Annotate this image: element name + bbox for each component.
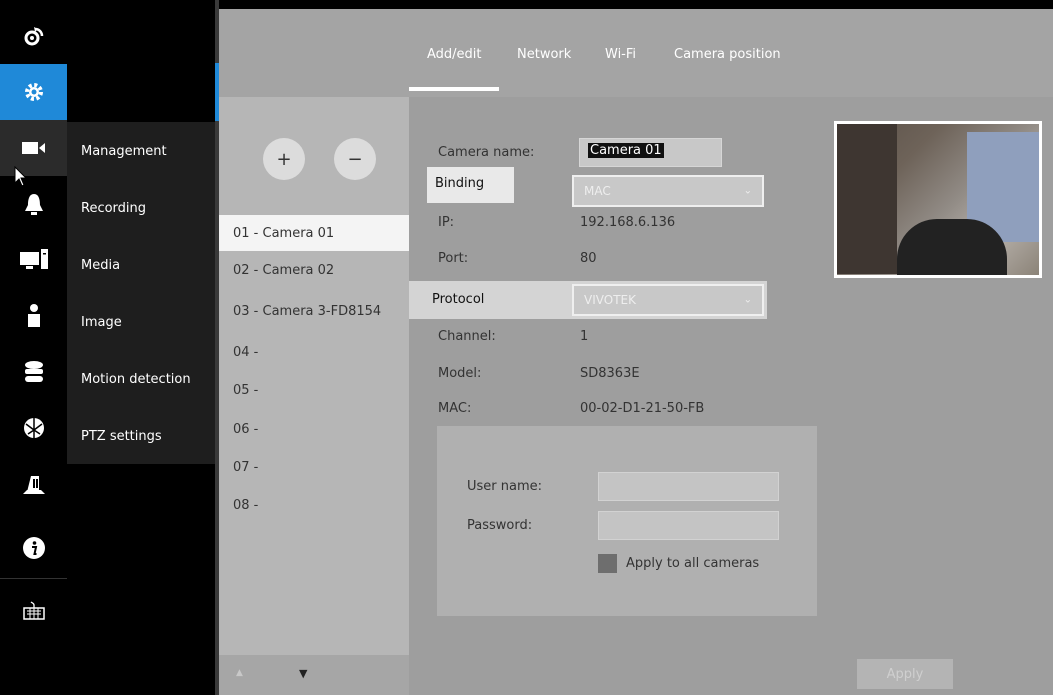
camera-name-label: Camera name: (438, 145, 535, 160)
settings-submenu: Management Recording Media Image Motion … (67, 0, 217, 695)
scroll-up-icon[interactable]: ▲ (236, 668, 243, 678)
ip-value: 192.168.6.136 (580, 215, 676, 230)
chevron-down-icon: ⌄ (743, 185, 752, 197)
password-field[interactable] (598, 511, 779, 540)
tab-network[interactable]: Network (517, 47, 571, 62)
submenu-item-image[interactable]: Image (67, 294, 217, 351)
apply-all-label: Apply to all cameras (626, 556, 760, 571)
submenu-item-management[interactable]: Management (67, 123, 217, 180)
scroll-down-icon[interactable]: ▼ (299, 667, 307, 680)
model-value: SD8363E (580, 366, 640, 381)
rail-divider (0, 578, 67, 579)
mouse-cursor-icon (14, 165, 28, 192)
tab-camera-position[interactable]: Camera position (674, 47, 781, 62)
submenu-panel: Management Recording Media Image Motion … (67, 122, 217, 464)
camera-preview-image (837, 124, 1039, 275)
camera-icon[interactable] (0, 120, 67, 176)
camera-list-item[interactable]: 08 - (219, 487, 409, 523)
tab-add-edit[interactable]: Add/edit (427, 47, 482, 62)
info-icon[interactable] (0, 520, 67, 576)
tab-wifi[interactable]: Wi-Fi (605, 47, 636, 62)
chevron-down-icon: ⌄ (743, 294, 752, 306)
camera-list-item[interactable]: 05 - (219, 372, 409, 408)
submenu-item-motion-detection[interactable]: Motion detection (67, 351, 217, 408)
binding-label: Binding (435, 176, 485, 191)
main-content: Add/edit Network Wi-Fi Camera position +… (219, 9, 1053, 695)
active-tab-indicator (409, 87, 499, 91)
camera-list-item[interactable]: 07 - (219, 449, 409, 485)
camera-list-item[interactable]: 06 - (219, 411, 409, 447)
camera-name-input[interactable]: Camera 01 (579, 138, 722, 167)
credentials-panel: User name: Password: Apply to all camera… (437, 426, 817, 616)
protocol-label: Protocol (432, 292, 485, 307)
submenu-item-media[interactable]: Media (67, 237, 217, 294)
camera-list-item[interactable]: 04 - (219, 334, 409, 370)
keyboard-icon[interactable] (0, 582, 67, 638)
port-label: Port: (438, 251, 469, 266)
channel-value: 1 (580, 329, 589, 344)
username-label: User name: (467, 479, 543, 494)
mac-label: MAC: (438, 401, 472, 416)
password-label: Password: (467, 518, 533, 533)
binding-dropdown[interactable]: MAC ⌄ (572, 175, 764, 207)
submenu-item-ptz-settings[interactable]: PTZ settings (67, 408, 217, 465)
tab-bar: Add/edit Network Wi-Fi Camera position (219, 9, 1053, 97)
model-label: Model: (438, 366, 482, 381)
gear-icon[interactable] (0, 64, 67, 120)
user-icon[interactable] (0, 288, 67, 344)
monitor-icon[interactable] (0, 232, 67, 288)
storage-icon[interactable] (0, 344, 67, 400)
list-scroll-footer: ▲ ▼ (219, 655, 409, 695)
username-field[interactable] (598, 472, 779, 501)
submenu-item-recording[interactable]: Recording (67, 180, 217, 237)
apply-button[interactable]: Apply (857, 659, 953, 689)
apply-all-checkbox[interactable] (598, 554, 617, 573)
port-value: 80 (580, 251, 597, 266)
network-globe-icon[interactable] (0, 400, 67, 456)
building-icon[interactable] (0, 456, 67, 512)
remove-camera-button[interactable]: − (334, 138, 376, 180)
icon-rail (0, 0, 67, 695)
protocol-dropdown[interactable]: VIVOTEK ⌄ (572, 284, 764, 316)
camera-list: + − 01 - Camera 01 02 - Camera 02 03 - C… (219, 97, 409, 695)
bell-icon[interactable] (0, 176, 67, 232)
camera-list-item[interactable]: 03 - Camera 3-FD8154 (219, 293, 409, 329)
logout-icon[interactable] (0, 8, 67, 64)
add-camera-button[interactable]: + (263, 138, 305, 180)
camera-name-value: Camera 01 (588, 143, 664, 158)
camera-list-item[interactable]: 01 - Camera 01 (219, 215, 409, 251)
mac-value: 00-02-D1-21-50-FB (580, 401, 705, 416)
protocol-value: VIVOTEK (584, 293, 636, 307)
camera-preview (834, 121, 1042, 278)
binding-value: MAC (584, 184, 611, 198)
channel-label: Channel: (438, 329, 496, 344)
ip-label: IP: (438, 215, 455, 230)
camera-list-item[interactable]: 02 - Camera 02 (219, 252, 409, 288)
